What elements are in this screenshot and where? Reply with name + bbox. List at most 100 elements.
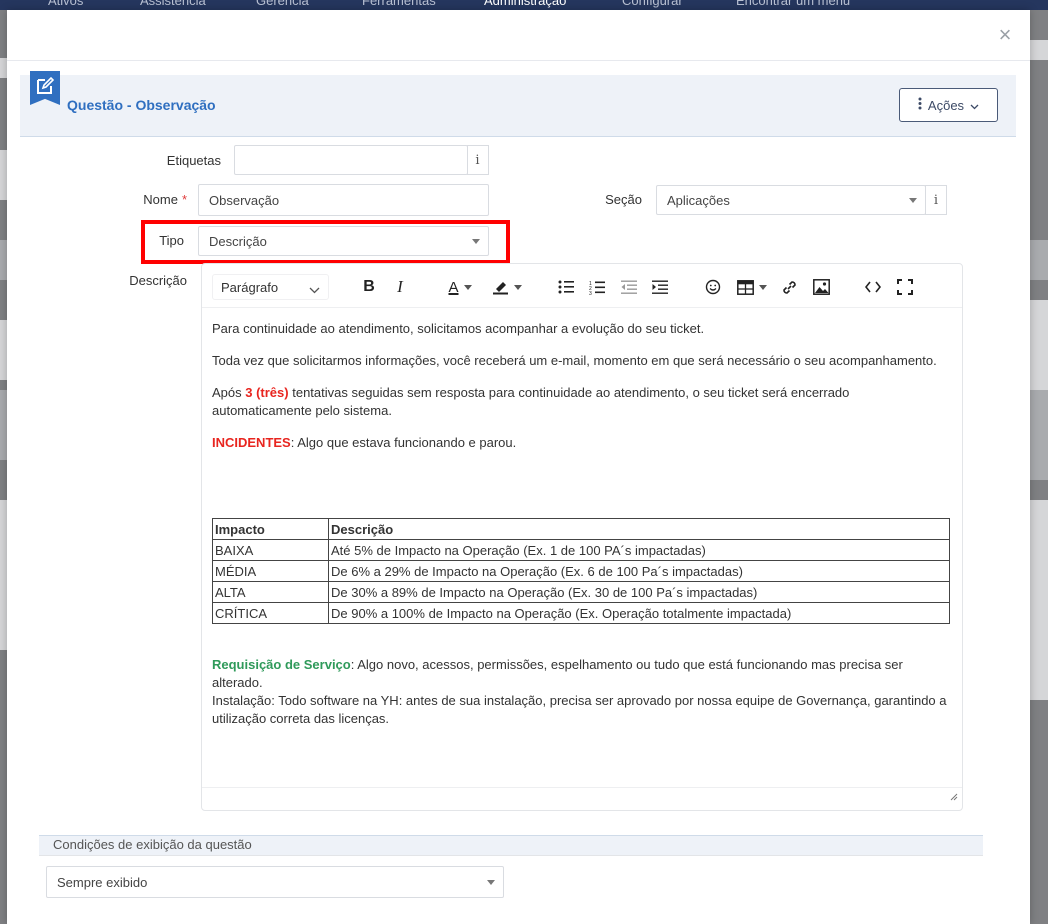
- nav-item-ativos[interactable]: Ativos: [48, 0, 83, 8]
- background-panel: [0, 500, 7, 650]
- paragraph-2: Toda vez que solicitarmos informações, v…: [212, 353, 937, 368]
- highlight-color-icon[interactable]: [488, 276, 526, 298]
- table-cell: De 30% a 89% de Impacto na Operação (Ex.…: [328, 581, 950, 603]
- link-icon[interactable]: [780, 276, 798, 298]
- etiquetas-info-icon[interactable]: i: [467, 145, 489, 175]
- nav-item-encontrar-menu[interactable]: Encontrar um menu: [736, 0, 850, 8]
- editor-content[interactable]: Para continuidade ao atendimento, solici…: [212, 320, 952, 466]
- rich-text-editor[interactable]: Parágrafo B I A 123 Para continuidade ao…: [201, 263, 963, 811]
- actions-label: Ações: [927, 97, 965, 113]
- nav-item-configurar[interactable]: Configurar: [622, 0, 683, 8]
- background-panel: [0, 320, 7, 380]
- source-code-icon[interactable]: [864, 276, 882, 298]
- display-conditions-header: Condições de exibição da questão: [39, 835, 983, 855]
- table-cell: De 90% a 100% de Impacto na Operação (Ex…: [328, 602, 950, 624]
- etiquetas-label: Etiquetas: [166, 153, 221, 168]
- close-icon[interactable]: ×: [994, 24, 1016, 46]
- question-modal: × Questão - Observação Ações Etiquetas i…: [7, 10, 1030, 924]
- secao-select[interactable]: Aplicações: [656, 185, 926, 215]
- dropdown-caret-icon: [514, 284, 522, 290]
- background-panel: [0, 58, 7, 78]
- display-conditions-divider: [39, 855, 983, 856]
- service-request-paragraph: Requisição de Serviço: Algo novo, acesso…: [212, 656, 952, 692]
- chevron-down-icon: [970, 98, 979, 113]
- incidents-paragraph: INCIDENTES: Algo que estava funcionando …: [212, 434, 952, 452]
- editor-content-lower: Requisição de Serviço: Algo novo, acesso…: [212, 656, 952, 728]
- caret-down-icon: [487, 880, 495, 885]
- table-icon[interactable]: [734, 276, 770, 298]
- table-header-row: Impacto Descrição: [212, 518, 950, 540]
- page-title: Questão - Observação: [67, 97, 216, 113]
- table-cell: CRÍTICA: [212, 602, 329, 624]
- highlight-annotation: [141, 220, 510, 264]
- emoji-icon[interactable]: [704, 276, 722, 298]
- top-navigation-bar: Ativos Assistência Gerência Ferramentas …: [0, 0, 1048, 10]
- dropdown-caret-icon: [759, 284, 767, 290]
- table-cell: Até 5% de Impacto na Operação (Ex. 1 de …: [328, 539, 950, 561]
- table-header-cell: Impacto: [212, 518, 329, 540]
- secao-label: Seção: [605, 192, 642, 207]
- background-panel: [1030, 500, 1048, 700]
- table-cell: De 6% a 29% de Impacto na Operação (Ex. …: [328, 560, 950, 582]
- paragraph-3: Após 3 (três) tentativas seguidas sem re…: [212, 384, 952, 420]
- background-panel: [1030, 300, 1048, 390]
- nome-label: Nome *: [107, 192, 187, 207]
- nav-item-administracao[interactable]: Administração: [484, 0, 566, 8]
- kebab-icon: [918, 97, 922, 113]
- background-panel: [1030, 240, 1048, 280]
- table-row: BAIXA Até 5% de Impacto na Operação (Ex.…: [212, 539, 950, 561]
- font-color-icon[interactable]: A: [442, 276, 478, 298]
- fullscreen-icon[interactable]: [896, 276, 914, 298]
- nav-item-ferramentas[interactable]: Ferramentas: [362, 0, 436, 8]
- installation-paragraph: Instalação: Todo software na YH: antes d…: [212, 693, 947, 726]
- background-panel: [0, 240, 7, 280]
- background-panel: [0, 150, 7, 200]
- incidents-label: INCIDENTES: [212, 435, 291, 450]
- dropdown-caret-icon: [463, 284, 472, 290]
- service-request-label: Requisição de Serviço: [212, 657, 351, 672]
- caret-down-icon: [909, 198, 917, 203]
- impact-table: Impacto Descrição BAIXA Até 5% de Impact…: [212, 518, 950, 624]
- attempts-count-text: 3 (três): [245, 385, 289, 400]
- chevron-down-icon: [309, 282, 320, 297]
- image-icon[interactable]: [812, 276, 830, 298]
- font-color-glyph: A: [448, 278, 459, 296]
- numbered-list-icon[interactable]: 123: [588, 276, 606, 298]
- table-row: MÉDIA De 6% a 29% de Impacto na Operação…: [212, 560, 950, 582]
- nav-item-assistencia[interactable]: Assistência: [140, 0, 206, 8]
- editor-status-bar: [202, 787, 962, 788]
- table-cell: ALTA: [212, 581, 329, 603]
- incidents-text: : Algo que estava funcionando e parou.: [290, 435, 517, 450]
- indent-icon[interactable]: [651, 276, 669, 298]
- display-condition-value: Sempre exibido: [57, 874, 148, 890]
- paragraph-style-value: Parágrafo: [221, 279, 279, 295]
- bold-icon[interactable]: B: [359, 276, 379, 298]
- table-header-cell: Descrição: [328, 518, 950, 540]
- display-condition-select[interactable]: Sempre exibido: [46, 866, 504, 898]
- svg-text:3: 3: [589, 291, 592, 295]
- paragraph-3-before: Após: [212, 385, 246, 400]
- panel-header: Questão - Observação Ações: [20, 71, 1016, 137]
- modal-header-divider: [7, 60, 1030, 61]
- paragraph-3-after: tentativas seguidas sem resposta para co…: [212, 385, 850, 418]
- nav-item-gerencia[interactable]: Gerência: [256, 0, 309, 8]
- descricao-label: Descrição: [129, 273, 187, 288]
- background-panel: [1030, 40, 1048, 60]
- nome-input[interactable]: Observação: [198, 184, 489, 216]
- bullet-list-icon[interactable]: [557, 276, 575, 298]
- italic-icon[interactable]: I: [390, 276, 410, 298]
- table-cell: MÉDIA: [212, 560, 329, 582]
- actions-button[interactable]: Ações: [899, 88, 998, 122]
- background-panel: [1030, 390, 1048, 480]
- table-row: CRÍTICA De 90% a 100% de Impacto na Oper…: [212, 602, 950, 624]
- background-panel: [0, 390, 7, 460]
- outdent-icon[interactable]: [620, 276, 638, 298]
- resize-handle-icon[interactable]: [950, 788, 958, 806]
- secao-selected-value: Aplicações: [667, 192, 730, 208]
- edit-icon: [30, 71, 60, 105]
- paragraph-style-select[interactable]: Parágrafo: [212, 274, 329, 300]
- etiquetas-input[interactable]: [234, 145, 468, 175]
- secao-info-icon[interactable]: i: [925, 185, 947, 215]
- table-cell: BAIXA: [212, 539, 329, 561]
- paragraph-1: Para continuidade ao atendimento, solici…: [212, 321, 705, 336]
